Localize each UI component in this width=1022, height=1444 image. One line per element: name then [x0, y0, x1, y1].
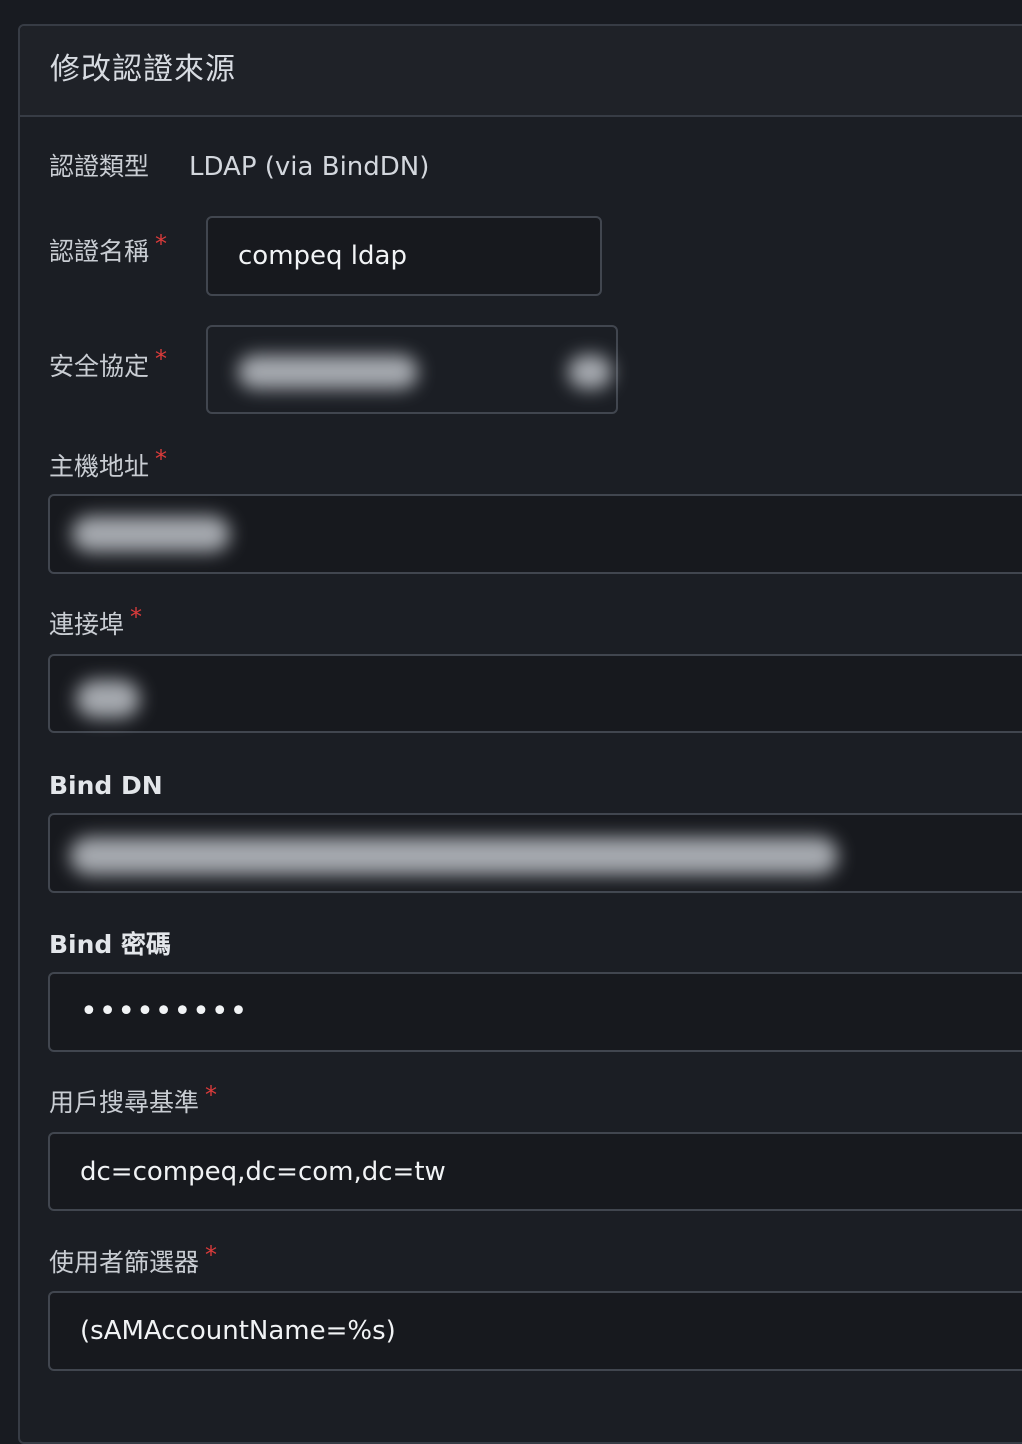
- auth-name-field[interactable]: [206, 216, 602, 296]
- auth-type-value: LDAP (via BindDN): [189, 152, 430, 182]
- port-field[interactable]: [48, 654, 1022, 733]
- user-search-base-label: 用戶搜尋基準 *: [49, 1081, 217, 1118]
- bind-dn-field[interactable]: [48, 813, 1022, 893]
- security-protocol-label-text: 安全協定: [49, 352, 150, 381]
- user-search-base-label-text: 用戶搜尋基準: [49, 1088, 200, 1117]
- security-protocol-select[interactable]: [206, 325, 618, 414]
- host-field[interactable]: [48, 494, 1022, 574]
- panel-title: 修改認證來源: [50, 52, 236, 87]
- redacted-value: [76, 680, 140, 718]
- user-filter-label-text: 使用者篩選器: [49, 1248, 200, 1277]
- required-marker: *: [205, 1241, 218, 1269]
- auth-type-label: 認證類型: [49, 152, 150, 181]
- panel-header: 修改認證來源: [20, 26, 1022, 117]
- auth-name-input[interactable]: [208, 218, 600, 294]
- bind-dn-label: Bind DN: [49, 771, 163, 800]
- port-label: 連接埠 *: [49, 603, 142, 640]
- required-marker: *: [205, 1081, 218, 1109]
- required-marker: *: [130, 603, 143, 631]
- user-search-base-field[interactable]: [48, 1132, 1022, 1211]
- redacted-value: [70, 837, 838, 875]
- required-marker: *: [155, 445, 168, 473]
- host-label-text: 主機地址: [49, 452, 150, 481]
- user-filter-field[interactable]: [48, 1291, 1022, 1371]
- bind-password-field[interactable]: •••••••••: [48, 972, 1022, 1052]
- redacted-value: [238, 355, 418, 389]
- auth-name-label: 認證名稱 *: [49, 230, 167, 267]
- auth-name-label-text: 認證名稱: [49, 237, 150, 266]
- host-label: 主機地址 *: [49, 445, 167, 482]
- redacted-value: [72, 516, 230, 552]
- bind-password-label: Bind 密碼: [49, 930, 172, 959]
- required-marker: *: [155, 345, 168, 373]
- user-filter-input[interactable]: [50, 1293, 1022, 1369]
- required-marker: *: [155, 230, 168, 258]
- password-mask: •••••••••: [80, 994, 249, 1029]
- redacted-chevron-icon: [568, 355, 612, 389]
- port-label-text: 連接埠: [49, 610, 125, 639]
- user-search-base-input[interactable]: [50, 1134, 1022, 1209]
- security-protocol-label: 安全協定 *: [49, 345, 167, 382]
- user-filter-label: 使用者篩選器 *: [49, 1241, 217, 1278]
